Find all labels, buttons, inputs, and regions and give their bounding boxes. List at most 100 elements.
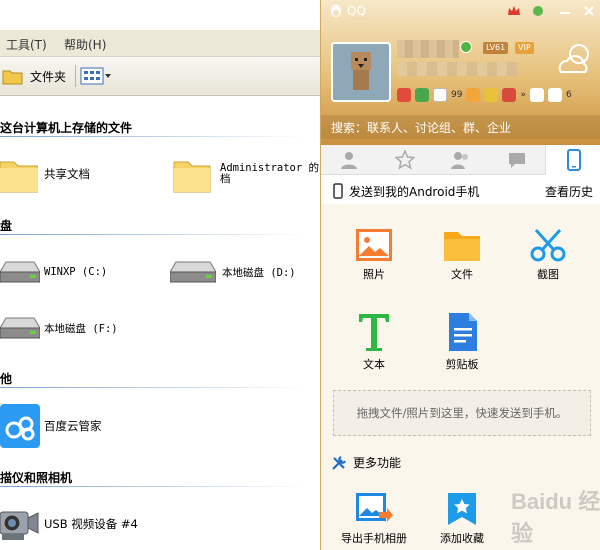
folders-button[interactable]: 文件夹 <box>0 63 72 89</box>
crown-icon[interactable] <box>507 4 521 18</box>
minimize-icon[interactable] <box>559 6 571 16</box>
menu-tools[interactable]: 工具(T) <box>6 36 47 53</box>
bookmark-star-icon <box>448 493 476 525</box>
person-icon <box>341 152 357 169</box>
document-icon <box>449 313 477 351</box>
file-transfer-content: 照片 文件 截图 文本 剪贴板 拖拽文件/照片到这里，快速发送到手机。 更多功能… <box>321 204 600 550</box>
section-divider <box>0 387 305 388</box>
app-icon-row: 99 » 6 <box>397 86 572 104</box>
apps-count: 6 <box>565 90 572 100</box>
skin-icon[interactable] <box>531 4 545 18</box>
mail-icon[interactable] <box>433 88 447 102</box>
export-photo-icon <box>356 493 393 522</box>
watermark: Baidu 经验 <box>511 489 600 546</box>
section-divider <box>0 486 305 487</box>
nickname-redacted <box>397 40 459 58</box>
add-favorite-button[interactable]: 添加收藏 <box>427 492 497 546</box>
text-button[interactable]: 文本 <box>339 312 409 372</box>
menu-bar: 工具(T) 帮助(H) <box>0 30 322 56</box>
more-features[interactable]: 更多功能 <box>331 454 401 471</box>
item-label-cont: 档 <box>220 173 231 185</box>
toolbar: 文件夹 <box>0 56 322 96</box>
group-icon <box>451 152 468 169</box>
photo-button[interactable]: 照片 <box>339 228 409 282</box>
vip-badge[interactable]: VIP <box>515 42 534 54</box>
section-divider <box>0 136 305 137</box>
home-icon[interactable] <box>529 88 544 102</box>
menu-help[interactable]: 帮助(H) <box>64 36 106 53</box>
avatar[interactable] <box>331 42 391 102</box>
section-header-scanners-cameras: 描仪和照相机 <box>0 471 73 485</box>
list-item-shared-docs[interactable]: 共享文档 <box>0 154 90 194</box>
screenshot-button[interactable]: 截图 <box>513 228 583 282</box>
folder-icon <box>173 161 211 193</box>
item-label: 本地磁盘 (F:) <box>44 322 118 335</box>
photo-icon <box>356 229 392 261</box>
apps-grid-icon[interactable] <box>547 88 562 102</box>
list-item-usb-camera[interactable]: USB 视频设备 #4 <box>0 504 138 544</box>
wallet-icon[interactable] <box>415 88 429 102</box>
tab-favorites[interactable] <box>377 145 433 175</box>
qq-title-text: QQ <box>347 4 366 18</box>
folders-label: 文件夹 <box>30 69 67 84</box>
game-icon[interactable] <box>484 88 499 102</box>
list-item-drive-f[interactable]: 本地磁盘 (F:) <box>0 316 118 340</box>
chat-bubble-icon <box>509 153 525 168</box>
qq-title: QQ <box>329 4 366 18</box>
list-item-drive-c[interactable]: WINXP (C:) <box>0 260 107 284</box>
weather-cloud-icon[interactable] <box>553 38 597 82</box>
explorer-window: 工具(T) 帮助(H) 文件夹 这台计算机上存储的文件 共享文档 Adminis… <box>0 0 322 550</box>
penguin-icon <box>331 5 341 17</box>
mail-count: 99 <box>451 90 463 100</box>
chevron-down-icon <box>105 74 111 78</box>
double-chevron-icon[interactable]: » <box>520 90 526 100</box>
item-label: 本地磁盘 (D:) <box>222 266 296 279</box>
export-album-button[interactable]: 导出手机相册 <box>339 492 409 546</box>
tools-icon <box>332 455 346 470</box>
tool-label: 文本 <box>363 358 385 371</box>
send-to-device-bar: 发送到我的Android手机 查看历史 <box>321 178 600 204</box>
close-icon[interactable] <box>583 5 595 17</box>
item-label: Administrator 的 <box>220 162 320 174</box>
text-t-icon <box>359 314 389 351</box>
phone-icon <box>333 183 343 199</box>
file-button[interactable]: 文件 <box>427 228 497 282</box>
list-item-drive-d[interactable]: 本地磁盘 (D:) <box>170 260 296 284</box>
online-status-icon[interactable] <box>460 41 472 53</box>
list-item-baidu-cloud[interactable]: 百度云管家 <box>0 404 102 448</box>
more-label: 更多功能 <box>353 456 402 470</box>
view-history-link[interactable]: 查看历史 <box>545 183 593 200</box>
tool-label: 文件 <box>451 268 473 281</box>
phone-icon <box>566 149 581 171</box>
search-input[interactable]: 搜索：联系人、讨论组、群、企业 <box>321 115 600 139</box>
folder-icon[interactable] <box>466 88 481 102</box>
tool-label: 导出手机相册 <box>341 532 407 545</box>
tool-label: 添加收藏 <box>440 532 484 545</box>
views-button[interactable] <box>80 65 116 87</box>
folder-icon <box>0 161 38 193</box>
tab-groups[interactable] <box>433 145 489 175</box>
level-badge[interactable]: LV61 <box>483 42 509 54</box>
tab-messages[interactable] <box>489 145 545 175</box>
scissors-icon <box>530 228 566 262</box>
clipboard-button[interactable]: 剪贴板 <box>427 312 497 372</box>
section-divider <box>0 234 305 235</box>
star-icon <box>395 150 415 170</box>
hard-drive-icon <box>0 317 40 339</box>
shop-icon[interactable] <box>502 88 517 102</box>
tab-phone[interactable] <box>545 145 600 175</box>
camera-icon <box>0 511 39 540</box>
item-label: USB 视频设备 #4 <box>44 517 138 531</box>
qzone-icon[interactable] <box>397 88 411 102</box>
signature-redacted[interactable] <box>397 62 517 76</box>
tab-contacts[interactable] <box>321 145 377 175</box>
drop-zone[interactable]: 拖拽文件/照片到这里，快速发送到手机。 <box>333 390 591 436</box>
views-icon <box>80 67 104 85</box>
section-header-other: 他 <box>0 372 13 386</box>
tool-label: 剪贴板 <box>445 358 479 371</box>
folders-icon <box>2 70 23 85</box>
qq-header: QQ LV61 VIP 99 » 6 搜索：联系人、讨论组、群、企业 <box>321 0 600 145</box>
tool-label: 照片 <box>363 268 385 281</box>
list-item-admin-docs[interactable]: Administrator 的 档 <box>172 154 319 194</box>
tool-label: 截图 <box>537 268 559 281</box>
